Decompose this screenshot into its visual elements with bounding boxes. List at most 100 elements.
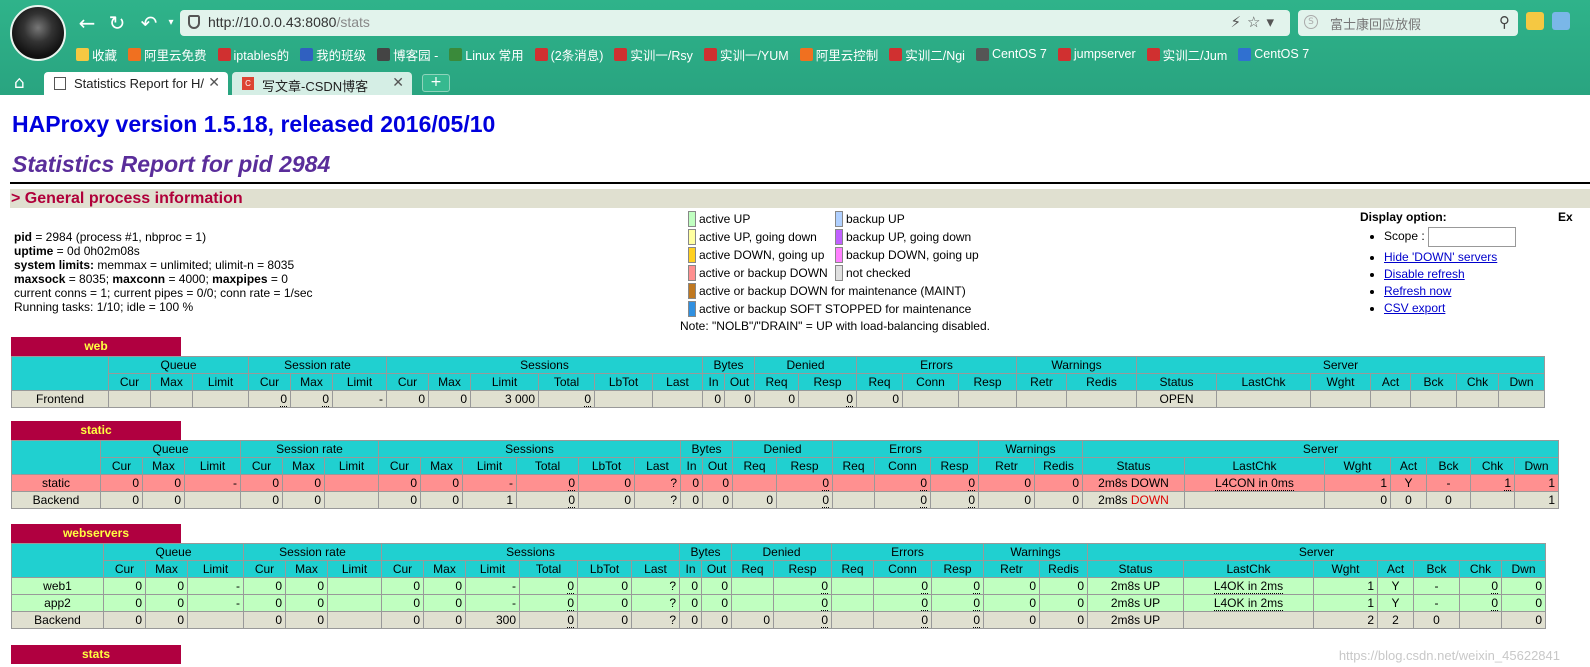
bookmark-item[interactable]: jumpserver [1057,44,1136,64]
search-icon[interactable]: ⚲ [1499,13,1510,31]
table-cell: 0 [1039,577,1088,595]
new-tab-button[interactable]: + [422,74,450,92]
cell-value: 0 [1077,579,1084,593]
reload-icon[interactable]: ↻ [104,10,130,36]
table-cell: 0 [282,491,325,509]
tab-stats[interactable]: Statistics Report for H/ ✕ [44,72,228,95]
maxconn-label: maxconn [112,272,166,286]
column-header: Retr [1016,373,1067,391]
avatar[interactable] [10,5,66,61]
column-header: Wght [1324,457,1391,475]
home-icon[interactable]: ⌂ [14,73,25,93]
conns-info: current conns = 1; current pipes = 0/0; … [14,286,313,300]
bookmark-icon [614,47,628,61]
legend-label: active UP, going down [699,230,817,244]
disable-refresh-link[interactable]: Disable refresh [1384,267,1465,281]
bookmark-item[interactable]: 实训二/Ngi [889,44,965,64]
bookmark-label: 收藏 [92,48,118,63]
tasks-info: Running tasks: 1/10; idle = 100 % [14,300,194,314]
bookmark-item[interactable]: 实训二/Jum [1146,44,1227,64]
tab-csdn[interactable]: C 写文章-CSDN博客 ✕ [232,72,412,95]
bookmark-item[interactable]: (2条消息) [534,44,603,64]
column-header: Req [754,373,799,391]
table-cell: 0 [577,594,632,612]
bookmark-item[interactable]: 实训一/YUM [703,44,789,64]
cell-value: OPEN [1159,392,1194,406]
table-cell: 0 [983,594,1040,612]
back-arrow-icon[interactable]: ← [74,10,100,36]
column-header: Out [702,457,733,475]
bookmark-label: jumpserver [1073,47,1136,61]
table-cell [1183,611,1314,629]
refresh-now-link[interactable]: Refresh now [1384,284,1451,298]
cell-value: 0 [821,579,828,594]
table-row: Backend 0 0 0 0 0 0 1 0 0? 0 0 0 0 0 0 0 0 2m8s DOWN 0 0 0 1 [11,491,1559,509]
cell-value: 0 [584,392,591,407]
scope-input[interactable] [1428,227,1517,247]
column-header: Last [652,373,703,391]
bookmark-item[interactable]: 收藏 [76,44,117,64]
bookmark-item[interactable]: 博客园 - [377,44,438,64]
table-cell [831,611,874,629]
bookmark-item[interactable]: Linux 常用 [449,44,524,64]
table-cell: 0 [731,611,774,629]
cell-value: 0 [973,579,980,594]
table-cell: - [462,474,517,492]
table-row: Frontend 0 0 - 0 0 3 000 0 0 0 0 0 0 OPEN [11,390,1545,408]
bookmark-item[interactable]: iptables的 [217,44,289,64]
table-cell: 0 [243,611,286,629]
column-header: Chk [1470,457,1515,475]
row-name: Backend [11,491,101,509]
bookmark-item[interactable]: CentOS 7 [975,44,1047,64]
search-bar[interactable]: S 富士康回应放假 ⚲ [1298,10,1518,36]
legend-label: active or backup SOFT STOPPED for mainte… [699,302,972,316]
extension-icon[interactable] [1526,12,1544,30]
section-title: > General process information [11,190,243,207]
table-cell: 0 [798,390,857,408]
close-icon[interactable]: ✕ [392,74,404,91]
row-name: static [11,474,101,492]
proxy-name-web[interactable]: web [11,337,181,356]
legend-label: backup UP [846,212,905,226]
table-cell: 0 [1501,594,1546,612]
table-cell [831,577,874,595]
table-cell: 0 [243,577,286,595]
column-header: Cur [248,373,291,391]
table-cell: 0 [680,474,703,492]
column-header: Redis [1066,373,1137,391]
bookmark-icon [1238,47,1252,61]
hide-down-link[interactable]: Hide 'DOWN' servers [1384,250,1497,264]
proxy-name-webservers[interactable]: webservers [11,524,181,543]
address-bar[interactable]: http://10.0.0.43:8080/stats ⚡☆▾ [180,10,1290,36]
table-cell: - [465,594,520,612]
table-cell: L4CON in 0ms [1184,474,1325,492]
uptime-label: uptime [14,244,54,258]
cell-value: 0 [621,596,628,610]
table-cell: 0 [423,594,466,612]
bookmark-item[interactable]: 阿里云免费 [128,44,207,64]
bookmark-item[interactable]: 我的班级 [300,44,366,64]
bookmark-item[interactable]: 实训一/Rsy [614,44,693,64]
column-header: Act [1370,373,1411,391]
cell-value: 0 [1029,579,1036,593]
table-cell: 0 [679,594,702,612]
status-down: DOWN [1130,493,1169,507]
proxy-name-stats[interactable]: stats [11,645,181,664]
extension-icon[interactable] [1552,12,1570,30]
csv-export-link[interactable]: CSV export [1384,301,1445,315]
bookmark-item[interactable]: CentOS 7 [1238,44,1309,64]
table-cell [150,390,193,408]
table-cell [958,390,1017,408]
bookmark-item[interactable]: 阿里云控制 [799,44,878,64]
close-icon[interactable]: ✕ [208,74,220,91]
cell-value: 2 [1392,613,1399,627]
table-cell: 0 [103,577,146,595]
cell-value: 0 [892,392,899,406]
address-tools[interactable]: ⚡☆▾ [1230,13,1280,31]
cell-value: 0 [317,613,324,627]
table-cell: 0 [282,474,325,492]
proxy-name-static[interactable]: static [11,421,181,440]
cell-value: 0 [135,613,142,627]
table-cell: 0 [420,491,463,509]
column-header: Retr [978,457,1035,475]
